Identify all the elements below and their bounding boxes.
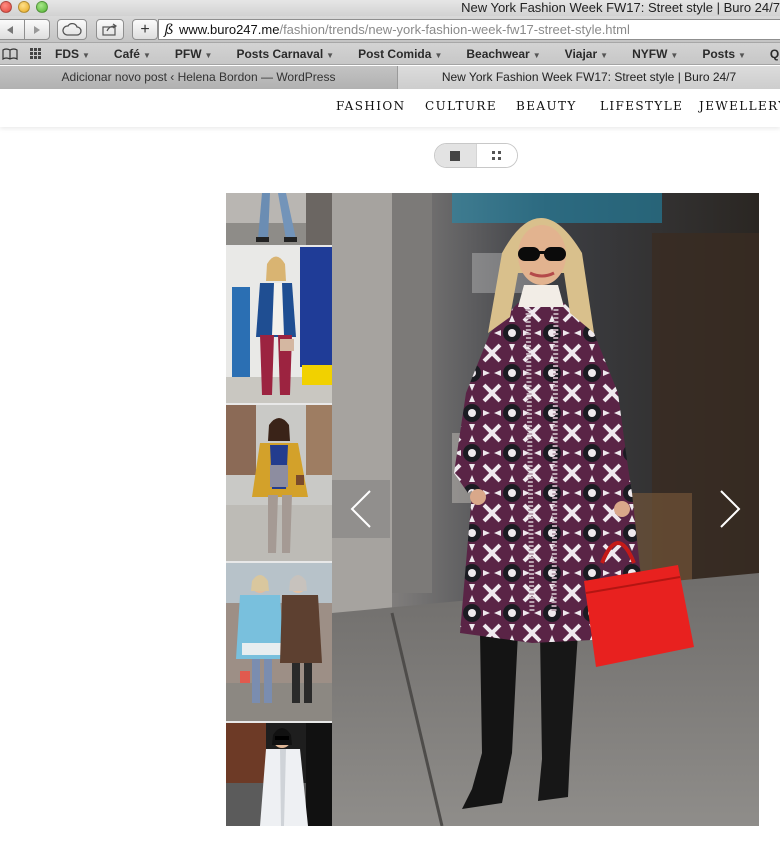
chevron-right-icon <box>720 490 741 528</box>
grid-view-button[interactable] <box>475 144 517 167</box>
tab-bar: Adicionar novo post ‹ Helena Bordon — Wo… <box>0 66 780 89</box>
gallery-prev-button[interactable] <box>332 480 390 538</box>
chevron-down-icon: ▼ <box>142 50 151 60</box>
top-sites-icon[interactable] <box>30 47 41 60</box>
gallery-thumbnail[interactable] <box>226 563 332 721</box>
thumbnail-strip <box>226 193 332 826</box>
address-bar[interactable]: ß www.buro247.me/fashion/trends/new-york… <box>158 19 780 40</box>
chevron-down-icon: ▼ <box>326 50 335 60</box>
bookmarks-bar: FDS ▼ Café ▼ PFW ▼ Posts Carnaval ▼ Post Com… <box>0 43 780 65</box>
gallery-next-button[interactable] <box>701 480 759 538</box>
chevron-down-icon: ▼ <box>670 50 679 60</box>
gallery-thumbnail[interactable] <box>226 247 332 403</box>
chevron-down-icon: ▼ <box>204 50 213 60</box>
bookmark-posts-carnaval[interactable]: Posts Carnaval ▼ <box>222 47 344 61</box>
single-view-button[interactable] <box>435 144 476 167</box>
cloud-icon <box>62 23 82 36</box>
photo-gallery <box>226 193 759 826</box>
zoom-window-button[interactable] <box>36 1 48 13</box>
forward-button[interactable] <box>24 19 50 40</box>
gallery-thumbnail[interactable] <box>226 193 332 245</box>
window-titlebar: New York Fashion Week FW17: Street style… <box>0 0 780 16</box>
nav-jewellery[interactable]: JEWELLERY <box>699 99 780 113</box>
plus-icon: + <box>140 20 150 38</box>
single-view-icon <box>450 150 461 161</box>
tab-wordpress[interactable]: Adicionar novo post ‹ Helena Bordon — Wo… <box>0 66 398 89</box>
browser-toolbar: + ß www.buro247.me/fashion/trends/new-yo… <box>0 16 780 43</box>
close-window-button[interactable] <box>0 1 12 13</box>
gallery-view-toggle <box>434 143 518 168</box>
share-icon <box>102 23 118 36</box>
chevron-down-icon: ▼ <box>82 50 90 60</box>
gallery-thumbnail[interactable] <box>226 723 332 826</box>
window-title: New York Fashion Week FW17: Street style… <box>461 0 780 15</box>
minimize-window-button[interactable] <box>18 1 30 13</box>
chevron-down-icon: ▼ <box>738 50 746 60</box>
nav-fashion[interactable]: FASHION <box>336 99 406 113</box>
grid-view-icon <box>492 151 502 160</box>
bookmark-fds[interactable]: FDS ▼ <box>41 47 100 61</box>
chevron-down-icon: ▼ <box>600 50 609 60</box>
chevron-left-icon <box>350 490 371 528</box>
bookmark-nyfw[interactable]: NYFW ▼ <box>618 47 688 61</box>
gallery-thumbnail[interactable] <box>226 405 332 561</box>
forward-arrow-icon <box>34 25 40 34</box>
bookmark-pfw[interactable]: PFW ▼ <box>161 47 223 61</box>
url-path: /fashion/trends/new-york-fashion-week-fw… <box>279 22 630 37</box>
bookmark-posts[interactable]: Posts ▼ <box>688 47 756 61</box>
nav-culture[interactable]: CULTURE <box>425 99 497 113</box>
new-tab-button[interactable]: + <box>132 19 158 40</box>
nav-beauty[interactable]: BEAUTY <box>516 99 577 113</box>
back-button[interactable] <box>0 19 24 40</box>
chevron-down-icon: ▼ <box>532 50 541 60</box>
site-navigation: FASHION CULTURE BEAUTY LIFESTYLE JEWELLE… <box>0 90 780 127</box>
reading-list-icon[interactable] <box>2 47 18 60</box>
back-arrow-icon <box>6 25 13 34</box>
tab-buro247[interactable]: New York Fashion Week FW17: Street style… <box>398 66 780 89</box>
bookmark-viajar[interactable]: Viajar ▼ <box>551 47 618 61</box>
bookmark-beachwear[interactable]: Beachwear ▼ <box>452 47 550 61</box>
share-button[interactable] <box>96 19 124 40</box>
icloud-tabs-button[interactable] <box>57 19 87 40</box>
bookmark-post-comida[interactable]: Post Comida ▼ <box>344 47 452 61</box>
site-favicon-icon: ß <box>164 21 174 38</box>
bookmark-cafe[interactable]: Café ▼ <box>100 47 161 61</box>
bookmark-quero[interactable]: Quero▼ <box>756 47 780 61</box>
chevron-down-icon: ▼ <box>434 50 443 60</box>
nav-lifestyle[interactable]: LIFESTYLE <box>600 99 683 113</box>
main-gallery-photo <box>332 193 759 826</box>
url-domain: www.buro247.me <box>179 22 280 37</box>
